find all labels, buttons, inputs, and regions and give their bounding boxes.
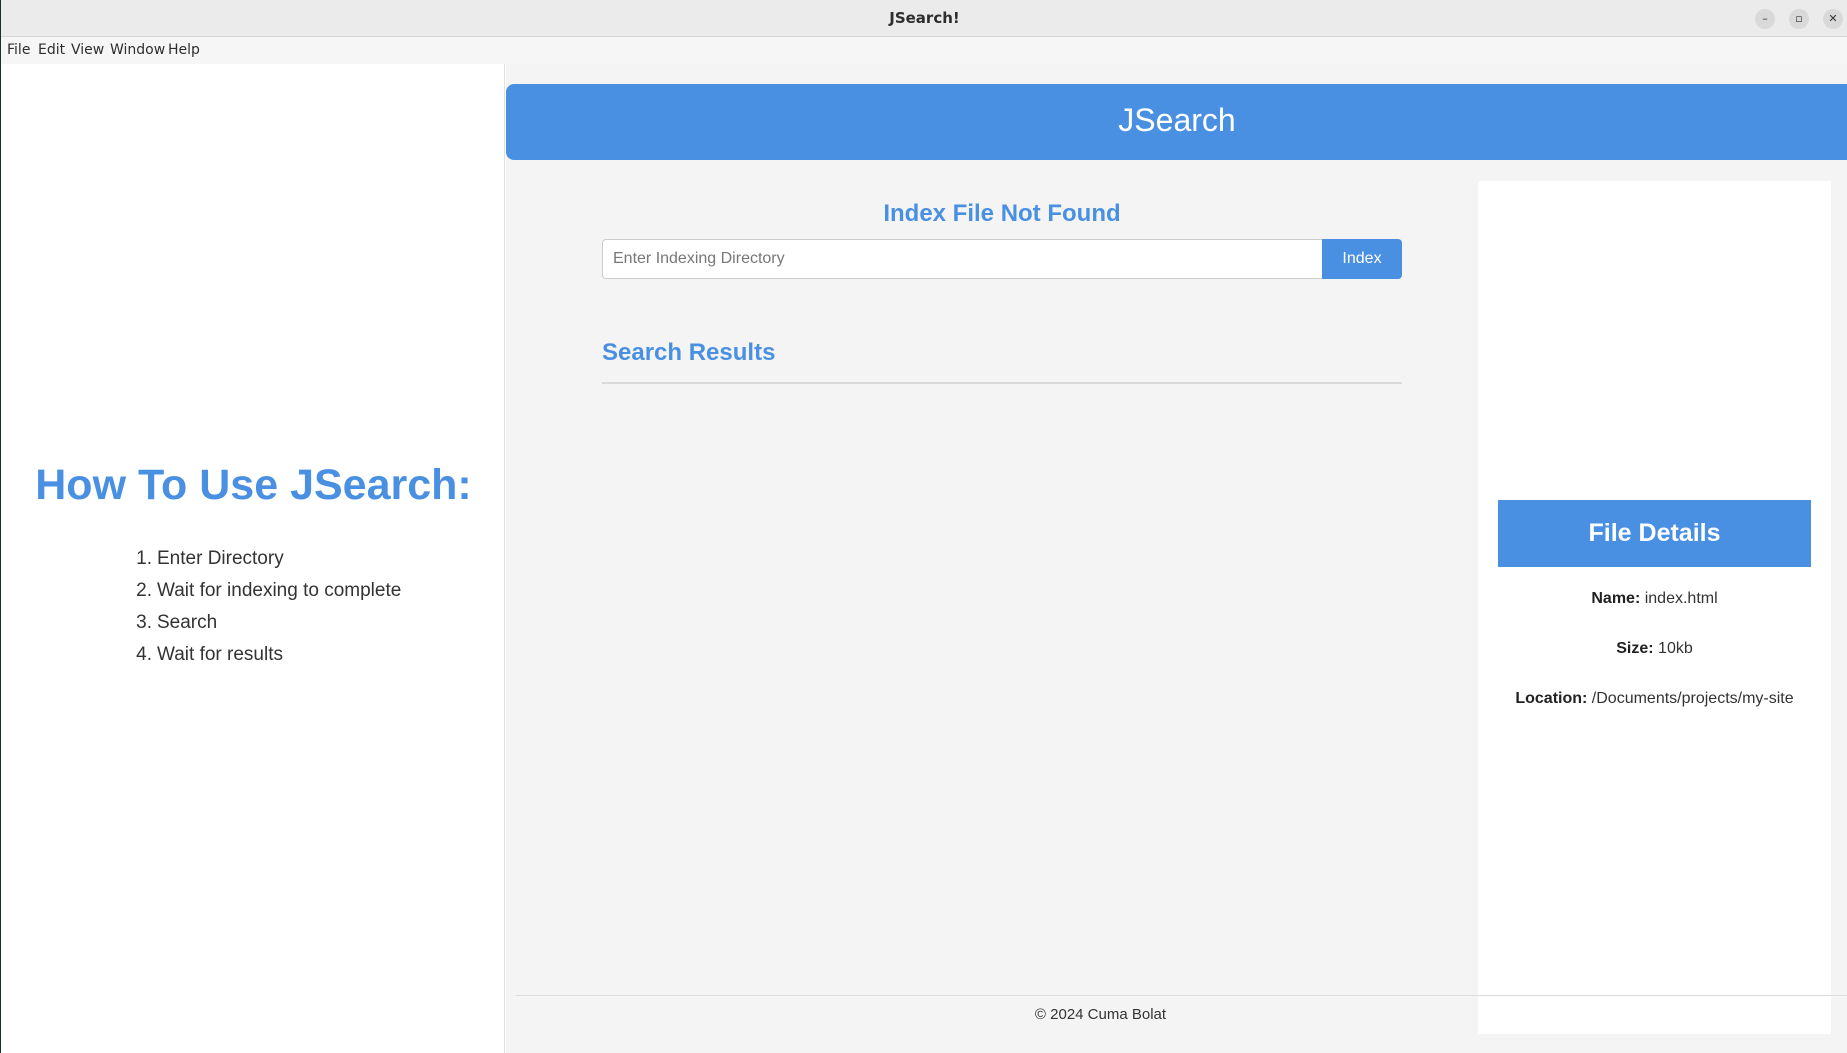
file-size-value: 10kb <box>1658 640 1693 657</box>
main-area: JSearch Index File Not Found Index Searc… <box>506 64 1847 1053</box>
instruction-step: 1. Enter Directory <box>136 548 284 569</box>
file-location-label: Location: <box>1515 690 1588 707</box>
instructions-panel: How To Use JSearch: 1. Enter Directory 2.… <box>2 64 505 1053</box>
file-location-value: /Documents/projects/my-site <box>1591 690 1794 707</box>
index-button[interactable]: Index <box>1322 239 1402 279</box>
index-directory-input[interactable] <box>602 239 1323 279</box>
index-status: Index File Not Found <box>883 200 1121 227</box>
menu-bar: File Edit View Window Help <box>1 37 1847 64</box>
minimize-button[interactable]: – <box>1755 9 1775 29</box>
file-details-panel: File Details Name: index.html Size: 10kb… <box>1478 181 1831 1034</box>
window-title: JSearch! <box>889 9 960 27</box>
file-location-row: Location: /Documents/projects/my-site <box>1478 690 1831 708</box>
instructions-title: How To Use JSearch: <box>35 461 472 509</box>
menu-edit[interactable]: Edit <box>38 42 65 58</box>
search-results-title: Search Results <box>602 339 776 366</box>
maximize-button[interactable]: ▫ <box>1789 9 1809 29</box>
file-size-label: Size: <box>1616 640 1654 657</box>
file-details-title: File Details <box>1498 500 1811 567</box>
file-name-row: Name: index.html <box>1478 590 1831 608</box>
menu-help[interactable]: Help <box>168 42 200 58</box>
search-results-divider <box>602 382 1402 384</box>
instructions-list: 1. Enter Directory 2. Wait for indexing to… <box>130 543 401 671</box>
footer-copyright: © 2024 Cuma Bolat <box>1034 1006 1167 1023</box>
menu-view[interactable]: View <box>71 42 104 58</box>
app-header: JSearch <box>506 84 1847 160</box>
app-window: JSearch! – ▫ ✕ File Edit View Window Hel… <box>0 0 1847 1053</box>
menu-file[interactable]: File <box>7 42 30 58</box>
app-title: JSearch <box>1118 102 1236 138</box>
instruction-step: 3. Search <box>136 612 218 633</box>
menu-window[interactable]: Window <box>110 42 165 58</box>
file-name-label: Name: <box>1591 590 1641 607</box>
file-size-row: Size: 10kb <box>1478 640 1831 658</box>
close-button[interactable]: ✕ <box>1823 9 1843 29</box>
footer-divider <box>516 995 1847 996</box>
title-bar: JSearch! – ▫ ✕ <box>1 0 1847 37</box>
file-name-value: index.html <box>1644 590 1718 607</box>
instruction-step: 2. Wait for indexing to complete <box>136 580 402 601</box>
instruction-step: 4. Wait for results <box>136 644 283 665</box>
